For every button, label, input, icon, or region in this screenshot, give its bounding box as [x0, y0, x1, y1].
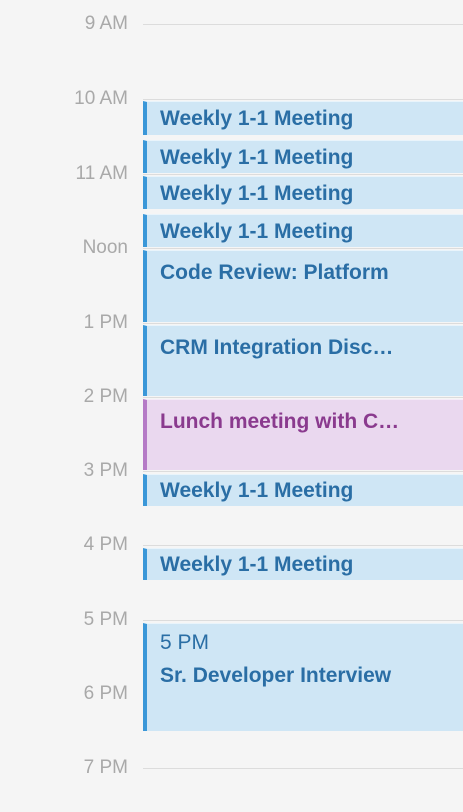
hour-label-4pm: 4 PM: [83, 534, 128, 555]
event-title: Weekly 1-1 Meeting: [160, 220, 354, 243]
hour-gridline: [143, 99, 463, 100]
hour-gridline: [143, 24, 463, 25]
hour-label-2pm: 2 PM: [83, 386, 128, 407]
event-title: Lunch meeting with C…: [160, 410, 400, 433]
hour-label-11am: 11 AM: [75, 163, 128, 184]
hour-gridline: [143, 545, 463, 546]
event-title: Weekly 1-1 Meeting: [160, 553, 354, 576]
event-title: CRM Integration Disc…: [160, 336, 394, 359]
hour-gridline: [143, 323, 463, 324]
hour-gridline: [143, 248, 463, 249]
hour-gridline: [143, 471, 463, 472]
event-title: Sr. Developer Interview: [160, 664, 392, 687]
hour-gridline: [143, 174, 463, 175]
event-weekly-1-1-meeting[interactable]: Weekly 1-1 Meeting: [143, 101, 463, 135]
day-calendar-view: 9 AM 10 AM 11 AM Noon 1 PM 2 PM 3 PM 4 P…: [0, 0, 463, 812]
hour-label-6pm: 6 PM: [83, 683, 128, 704]
event-weekly-1-1-meeting[interactable]: Weekly 1-1 Meeting: [143, 140, 463, 173]
event-title: Weekly 1-1 Meeting: [160, 479, 354, 502]
hour-gridline: [143, 620, 463, 621]
hour-label-9am: 9 AM: [84, 13, 128, 34]
hour-gridline: [143, 397, 463, 398]
event-title: Weekly 1-1 Meeting: [160, 146, 354, 169]
hour-label-10am: 10 AM: [74, 88, 128, 109]
event-code-review-platform[interactable]: Code Review: Platform: [143, 250, 463, 322]
hour-label-noon: Noon: [82, 237, 128, 258]
event-crm-integration-discussion[interactable]: CRM Integration Disc…: [143, 325, 463, 396]
event-weekly-1-1-meeting[interactable]: Weekly 1-1 Meeting: [143, 214, 463, 247]
hour-label-1pm: 1 PM: [83, 312, 128, 333]
event-title: Weekly 1-1 Meeting: [160, 107, 354, 130]
event-time: 5 PM: [160, 631, 210, 654]
hour-label-5pm: 5 PM: [83, 609, 128, 630]
hour-label-3pm: 3 PM: [83, 460, 128, 481]
hour-label-7pm: 7 PM: [83, 757, 128, 778]
event-weekly-1-1-meeting[interactable]: Weekly 1-1 Meeting: [143, 176, 463, 209]
event-title: Code Review: Platform: [160, 261, 389, 284]
event-sr-developer-interview[interactable]: 5 PM Sr. Developer Interview: [143, 623, 463, 731]
event-weekly-1-1-meeting[interactable]: Weekly 1-1 Meeting: [143, 548, 463, 580]
event-title: Weekly 1-1 Meeting: [160, 182, 354, 205]
hour-gridline: [143, 768, 463, 769]
event-weekly-1-1-meeting[interactable]: Weekly 1-1 Meeting: [143, 474, 463, 506]
event-lunch-meeting[interactable]: Lunch meeting with C…: [143, 399, 463, 470]
